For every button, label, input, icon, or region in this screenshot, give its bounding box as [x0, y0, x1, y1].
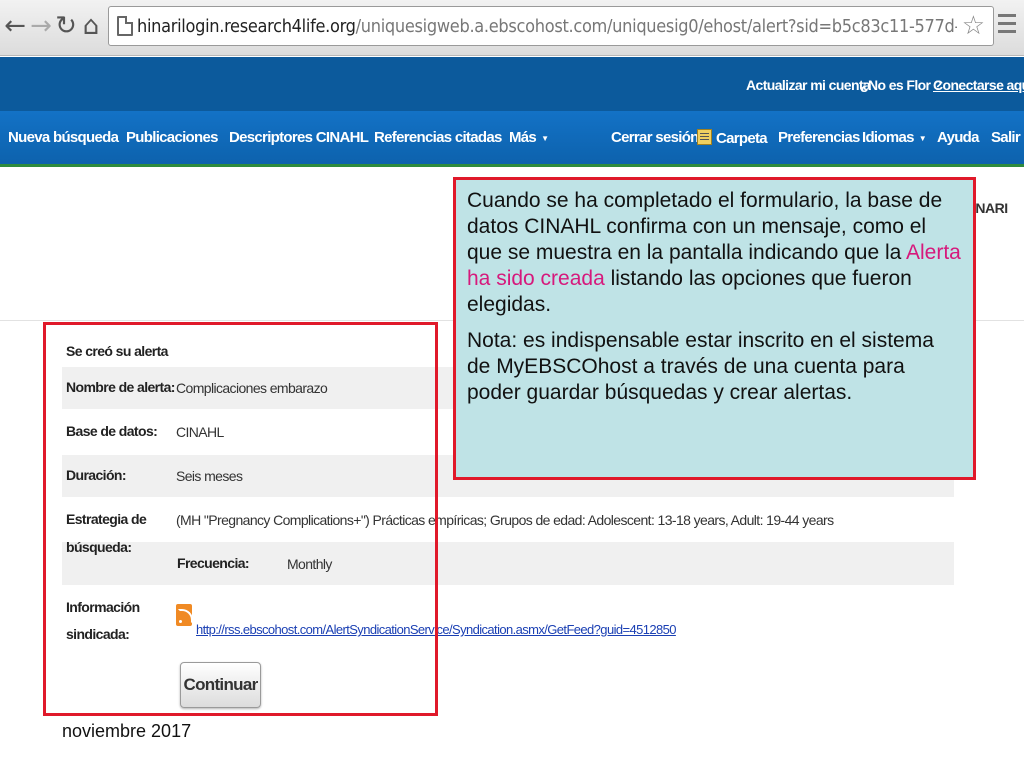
nav-more[interactable]: Más ▼: [509, 129, 549, 146]
nav-logout[interactable]: Cerrar sesión: [611, 129, 699, 146]
nav-help[interactable]: Ayuda: [937, 129, 979, 146]
back-arrow-icon[interactable]: ←: [4, 10, 26, 42]
callout-paragraph-1: Cuando se ha completado el formulario, l…: [467, 188, 963, 318]
forward-arrow-icon[interactable]: →: [30, 10, 52, 42]
nav-more-label: Más: [509, 129, 537, 146]
browser-toolbar: ← → ↻ ⌂ hinarilogin.research4life.org/un…: [0, 0, 1024, 56]
not-user-text: ¿No es Flor ?: [860, 77, 942, 93]
callout-text-a: Cuando se ha completado el formulario, l…: [467, 189, 943, 264]
nav-preferences[interactable]: Preferencias: [778, 129, 860, 146]
address-bar[interactable]: hinarilogin.research4life.org/uniquesigw…: [108, 6, 994, 46]
nav-cited-references[interactable]: Referencias citadas: [374, 129, 502, 146]
url-path: /uniquesigweb.a.ebscohost.com/uniquesig0…: [355, 16, 957, 37]
bookmark-star-icon[interactable]: ☆: [962, 11, 985, 41]
nav-folder-label: Carpeta: [716, 130, 768, 147]
reload-icon[interactable]: ↻: [55, 10, 77, 42]
account-bar: Actualizar mi cuenta ¿No es Flor ? Conec…: [0, 57, 1024, 111]
browser-menu-icon[interactable]: [998, 14, 1016, 36]
partial-logo-text: INARI: [972, 200, 1008, 216]
nav-languages-label: Idiomas: [862, 129, 914, 146]
nav-languages[interactable]: Idiomas ▼: [862, 129, 927, 146]
callout-paragraph-2: Nota: es indispensable estar inscrito en…: [467, 329, 934, 404]
update-account-link[interactable]: Actualizar mi cuenta: [746, 77, 871, 93]
nav-new-search[interactable]: Nueva búsqueda: [8, 129, 119, 146]
caret-down-icon: ▼: [541, 133, 549, 143]
login-here-link[interactable]: Conectarse aquí: [933, 77, 1024, 93]
main-nav: Nueva búsqueda Publicaciones Descriptore…: [0, 111, 1024, 167]
folder-icon: [697, 129, 712, 145]
caret-down-icon: ▼: [918, 133, 927, 143]
url-text: hinarilogin.research4life.org/uniquesigw…: [137, 16, 957, 37]
nav-publications[interactable]: Publicaciones: [126, 129, 218, 146]
home-icon[interactable]: ⌂: [80, 10, 102, 42]
nav-folder[interactable]: Carpeta: [697, 129, 768, 147]
explanation-callout: Cuando se ha completado el formulario, l…: [453, 177, 976, 480]
nav-exit[interactable]: Salir: [991, 129, 1021, 146]
nav-cinahl-headings[interactable]: Descriptores CINAHL: [229, 129, 369, 146]
highlight-frame: [43, 322, 438, 716]
page-icon: [117, 16, 133, 36]
url-host: hinarilogin.research4life.org: [137, 16, 356, 37]
footer-date: noviembre 2017: [62, 721, 192, 741]
